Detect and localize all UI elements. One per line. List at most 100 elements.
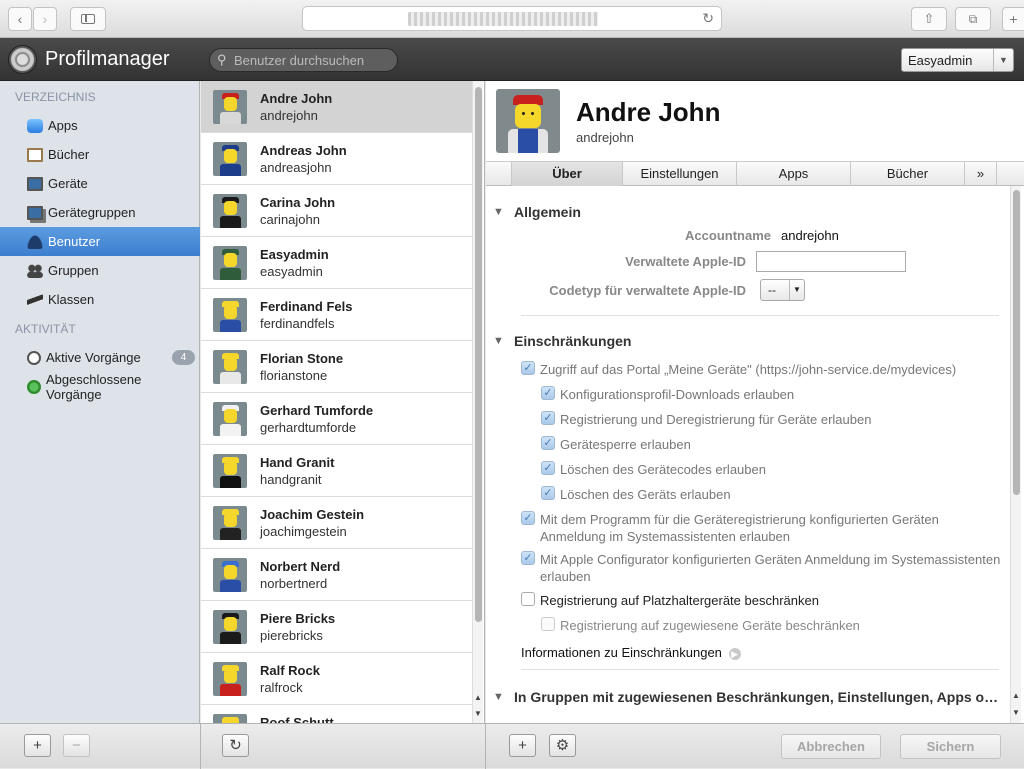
restriction-checkbox[interactable]: ✓ — [541, 411, 555, 425]
restriction-checkbox[interactable]: ✓ — [541, 461, 555, 475]
user-login: gerhardtumforde — [260, 420, 357, 435]
sidebar-item-label: Bücher — [48, 147, 90, 162]
user-avatar — [213, 506, 247, 540]
sidebar-item-label: Apps — [48, 118, 78, 133]
codetype-label: Codetyp für verwaltete Apple-ID — [549, 283, 746, 298]
tab-apps[interactable]: Apps — [737, 162, 851, 186]
user-login: ralfrock — [260, 680, 303, 695]
reload-icon[interactable]: ↻ — [702, 10, 714, 27]
restriction-checkbox[interactable]: ✓ — [541, 436, 555, 450]
action-menu-button[interactable]: ⚙ — [549, 734, 576, 757]
sidebar-toggle-button[interactable] — [70, 7, 106, 31]
user-list-row[interactable]: Andreas John andreasjohn — [201, 133, 472, 185]
sidebar-item-active-tasks[interactable]: Aktive Vorgänge 4 — [0, 343, 200, 372]
restriction-checkbox[interactable]: ✓ — [521, 511, 535, 525]
managed-apple-id-field[interactable] — [756, 251, 906, 272]
add-button[interactable]: + — [24, 734, 51, 757]
restriction-checkbox[interactable]: ✓ — [541, 386, 555, 400]
address-bar[interactable]: ↻ — [302, 6, 722, 31]
user-search-input[interactable]: ⚲ Benutzer durchsuchen — [209, 48, 398, 72]
scroll-down-arrow-icon[interactable]: ▼ — [474, 709, 482, 718]
share-icon: ⇧ — [923, 11, 935, 26]
sidebar-item-label: Geräte — [48, 176, 88, 191]
cancel-button[interactable]: Abbrechen — [781, 734, 881, 759]
tab-settings[interactable]: Einstellungen — [623, 162, 737, 186]
scrollbar-thumb[interactable] — [475, 87, 482, 622]
gear-icon: ⚙ — [555, 737, 570, 754]
sidebar-item-device-groups[interactable]: Gerätegruppen — [0, 198, 200, 227]
share-button[interactable]: ⇧ — [911, 7, 947, 31]
save-button[interactable]: Sichern — [900, 734, 1001, 759]
restriction-label: Löschen des Geräts erlauben — [560, 487, 731, 502]
restrictions-info-link[interactable]: Informationen zu Einschränkungen ▶ — [521, 645, 741, 660]
user-name: Florian Stone — [260, 351, 344, 366]
user-login: florianstone — [260, 368, 328, 383]
user-list-row[interactable]: Piere Bricks pierebricks — [201, 601, 472, 653]
tab-books[interactable]: Bücher — [851, 162, 965, 186]
user-list-row[interactable]: Florian Stone florianstone — [201, 341, 472, 393]
user-avatar — [213, 662, 247, 696]
user-list-scrollbar[interactable]: ▲ ▼ — [472, 81, 483, 723]
detail-scrollbar[interactable]: ▲ ▼ — [1010, 186, 1021, 723]
sidebar-item-groups[interactable]: Gruppen — [0, 256, 200, 285]
restriction-checkbox[interactable]: ✓ — [521, 551, 535, 565]
user-list-row[interactable]: Hand Granit handgranit — [201, 445, 472, 497]
tab-about[interactable]: Über — [511, 162, 623, 186]
disclosure-triangle-icon[interactable]: ▼ — [493, 335, 504, 347]
url-text — [408, 12, 598, 26]
restriction-checkbox[interactable]: ✓ — [521, 361, 535, 375]
sidebar-item-devices[interactable]: Geräte — [0, 169, 200, 198]
section-restrictions-title: Einschränkungen — [514, 333, 632, 349]
user-login: norbertnerd — [260, 576, 328, 591]
new-tab-button[interactable]: + — [1002, 7, 1024, 31]
restriction-checkbox[interactable]: ✓ — [521, 592, 535, 606]
tabs-overview-button[interactable]: ⧉ — [955, 7, 991, 31]
restriction-label: Gerätesperre erlauben — [560, 437, 691, 452]
remove-button[interactable]: − — [63, 734, 90, 757]
user-list-row[interactable]: Ralf Rock ralfrock — [201, 653, 472, 705]
scrollbar-thumb[interactable] — [1013, 190, 1020, 495]
back-button[interactable]: ‹ — [8, 7, 32, 31]
chevron-down-icon: ▼ — [789, 280, 804, 300]
scroll-up-arrow-icon[interactable]: ▲ — [1012, 691, 1020, 700]
restriction-label: Zugriff auf das Portal „Meine Geräte" (h… — [540, 362, 957, 377]
user-detail-pane: Andre John andrejohn Über Einstellungen … — [486, 81, 1024, 723]
sidebar-item-completed-tasks[interactable]: Abgeschlossene Vorgänge — [0, 371, 200, 402]
user-login: ferdinandfels — [260, 316, 335, 331]
user-login: andreasjohn — [260, 160, 332, 175]
restriction-checkbox[interactable]: ✓ — [541, 486, 555, 500]
user-name: Hand Granit — [260, 455, 335, 470]
disclosure-triangle-icon[interactable]: ▼ — [493, 691, 504, 703]
forward-button[interactable]: › — [33, 7, 57, 31]
user-avatar — [213, 90, 247, 124]
user-list-row[interactable]: Carina John carinajohn — [201, 185, 472, 237]
sidebar-item-books[interactable]: Bücher — [0, 140, 200, 169]
codetype-select[interactable]: -- ▼ — [760, 279, 805, 301]
sidebar-item-label: Abgeschlossene Vorgänge — [45, 371, 142, 402]
scroll-up-arrow-icon[interactable]: ▲ — [474, 693, 482, 702]
user-list-row[interactable]: Gerhard Tumforde gerhardtumforde — [201, 393, 472, 445]
user-avatar — [213, 610, 247, 644]
disclosure-triangle-icon[interactable]: ▼ — [493, 206, 504, 218]
user-login: andrejohn — [260, 108, 318, 123]
user-icon — [27, 234, 43, 249]
user-list-row[interactable]: Joachim Gestein joachimgestein — [201, 497, 472, 549]
user-list-row[interactable]: Norbert Nerd norbertnerd — [201, 549, 472, 601]
user-list-row[interactable]: Roof Schutt — [201, 705, 472, 723]
divider — [200, 724, 201, 769]
sidebar-item-users[interactable]: Benutzer — [0, 227, 200, 256]
scroll-down-arrow-icon[interactable]: ▼ — [1012, 708, 1020, 717]
sidebar-item-apps[interactable]: Apps — [0, 111, 200, 140]
refresh-icon: ↻ — [229, 737, 242, 754]
tab-more[interactable]: » — [965, 162, 997, 186]
refresh-button[interactable]: ↻ — [222, 734, 249, 757]
user-list-row[interactable]: Ferdinand Fels ferdinandfels — [201, 289, 472, 341]
add-button[interactable]: + — [509, 734, 536, 757]
user-list-row[interactable]: Easyadmin easyadmin — [201, 237, 472, 289]
restriction-checkbox[interactable]: ✓ — [541, 617, 555, 631]
user-full-name: Andre John — [576, 97, 721, 127]
restriction-label: Registrierung auf Platzhaltergeräte besc… — [540, 593, 819, 608]
admin-user-menu[interactable]: Easyadmin ▼ — [901, 48, 1014, 72]
sidebar-item-classes[interactable]: Klassen — [0, 285, 200, 314]
user-list-row[interactable]: Andre John andrejohn — [201, 81, 472, 133]
